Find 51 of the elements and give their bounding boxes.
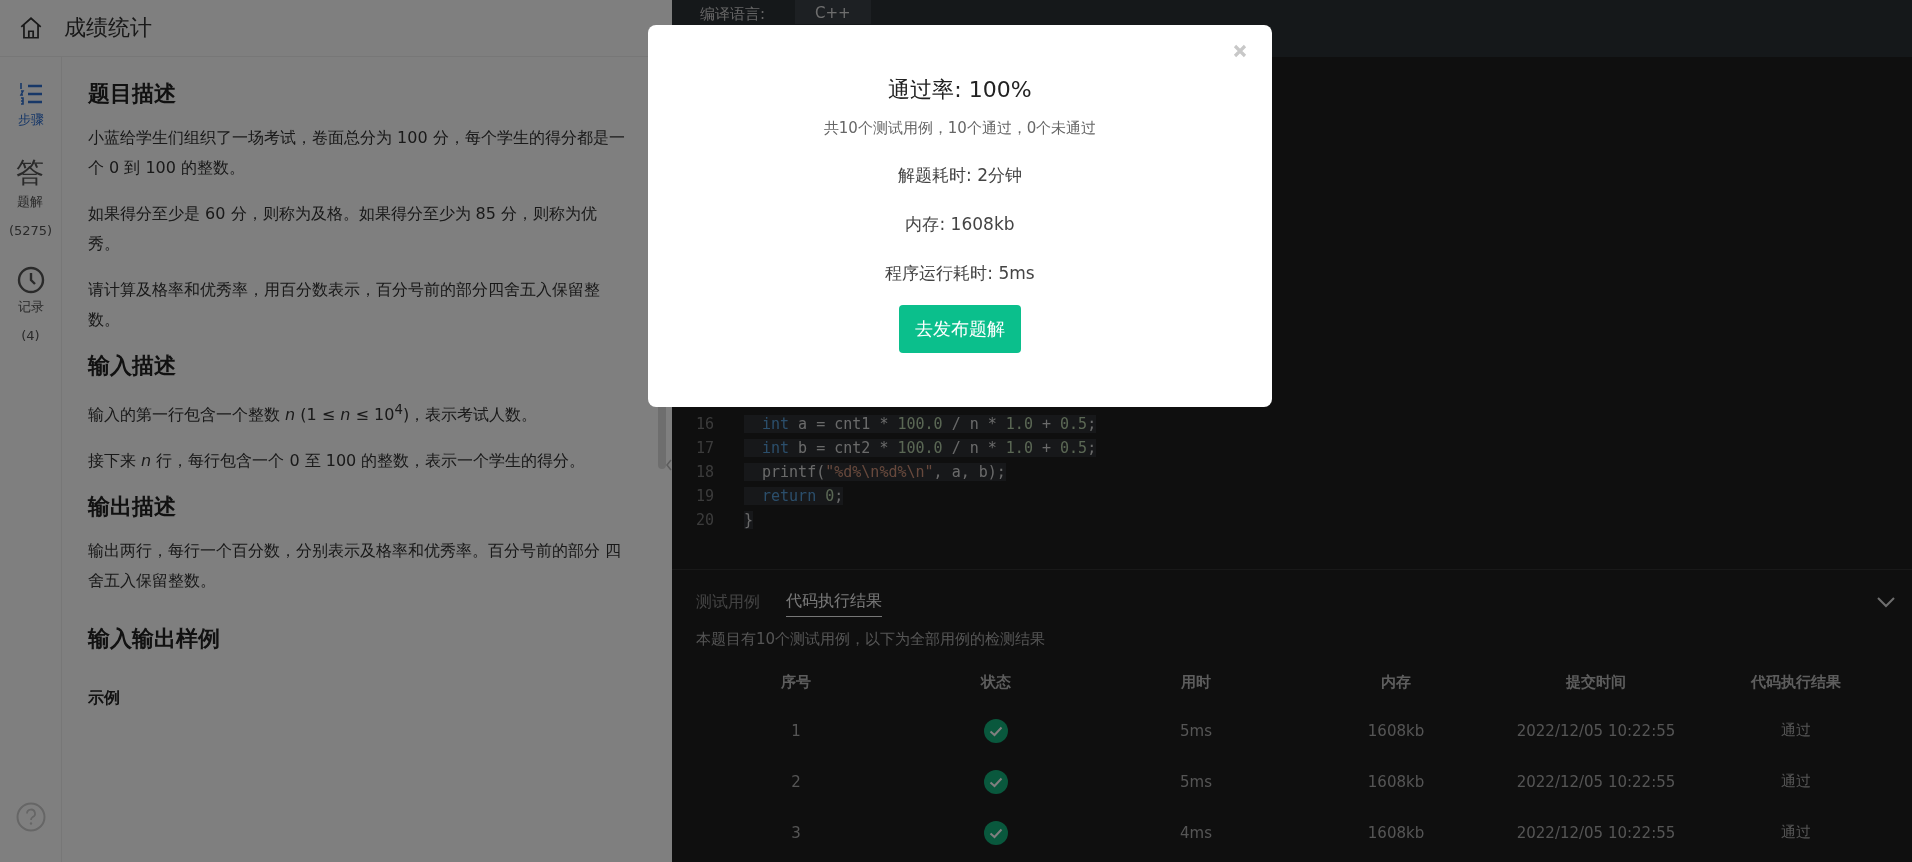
table-cell-text: 通过 — [1780, 720, 1812, 741]
table-cell-text: 2 — [790, 771, 802, 793]
paragraph: 请计算及格率和优秀率，用百分数表示，百分号前的部分四舍五入保留整数。 — [88, 279, 601, 331]
paragraph: 接下来 n 行，每行包含一个 0 至 100 的整数，表示一个学生的得分。 — [88, 450, 587, 473]
dialog-text: 程序运行耗时: 5ms — [885, 262, 1035, 285]
table-cell-text: 2022/12/05 10:22:55 — [1515, 720, 1677, 742]
dialog-subtitle: 共10个测试用例，10个通过，0个未通过 — [823, 119, 1097, 138]
language-label: 编译语言: — [700, 5, 766, 24]
table-cell-text: 1608kb — [1366, 771, 1426, 793]
home-icon[interactable] — [18, 15, 44, 41]
paragraph: 如果得分至少是 60 分，则称为及格。如果得分至少为 85 分，则称为优秀。 — [88, 203, 599, 255]
dialog-text: 内存: 1608kb — [905, 213, 1015, 236]
paragraph: 输入的第一行包含一个整数 n (1 ≤ n ≤ 10$^{4}$)，表示考试人数。 — [88, 401, 539, 427]
language-select[interactable]: C++ — [795, 0, 871, 24]
results-summary: 本题目有10个测试用例，以下为全部用例的检测结果 — [696, 630, 1047, 649]
column-header: 用时 — [1180, 671, 1212, 693]
sidebar-item[interactable]: 步骤 — [17, 81, 44, 129]
table-cell-text: 5ms — [1179, 720, 1213, 742]
publish-solution-button[interactable]: 去发布题解 — [899, 305, 1021, 353]
column-header: 内存 — [1380, 671, 1412, 693]
section-heading: 题目描述 — [88, 80, 177, 108]
table-cell-text: 3 — [790, 822, 802, 844]
paragraph: 输出两行，每行一个百分数，分别表示及格率和优秀率。百分号前的部分 四舍五入保留整数。 — [88, 540, 623, 593]
column-header: 提交时间 — [1565, 671, 1627, 693]
clock-icon — [16, 266, 45, 294]
table-cell-text: 4ms — [1179, 822, 1213, 844]
table-cell-text: 1 — [790, 720, 802, 742]
tab[interactable]: 代码执行结果 — [786, 587, 882, 617]
paragraph: 小蓝给学生们组织了一场考试，卷面总分为 100 分，每个学生的得分都是一个 0 到 100 的整数。 — [88, 127, 626, 179]
dialog-text: 解题耗时: 2分钟 — [898, 164, 1022, 187]
page-title: 成绩统计 — [64, 14, 152, 42]
subheading: 示例 — [88, 688, 121, 710]
dialog-title: 通过率: 100% — [888, 76, 1032, 104]
column-header: 代码执行结果 — [1750, 671, 1842, 693]
numbered-list-icon — [17, 81, 44, 107]
table-cell-text: 1608kb — [1366, 822, 1426, 844]
table-cell-text: 通过 — [1780, 822, 1812, 843]
sidebar-item[interactable]: 记录 (4) — [16, 266, 45, 343]
section-heading: 输入输出样例 — [88, 625, 221, 654]
table-cell-text: 通过 — [1780, 771, 1812, 792]
table-cell-text: 2022/12/05 10:22:55 — [1515, 771, 1677, 793]
table-cell-text: 5ms — [1179, 771, 1213, 793]
column-header: 状态 — [979, 671, 1012, 693]
chevron-down-icon[interactable] — [1876, 596, 1896, 608]
table-cell-text: 1608kb — [1366, 720, 1426, 742]
section-heading: 输出描述 — [88, 493, 177, 522]
sidebar-item[interactable]: 答 题解 (5275) — [8, 157, 53, 238]
table-cell-text: 2022/12/05 10:22:55 — [1515, 822, 1677, 844]
collapse-icon[interactable] — [664, 457, 674, 473]
section-heading: 输入描述 — [88, 352, 177, 380]
column-header: 序号 — [780, 671, 812, 693]
